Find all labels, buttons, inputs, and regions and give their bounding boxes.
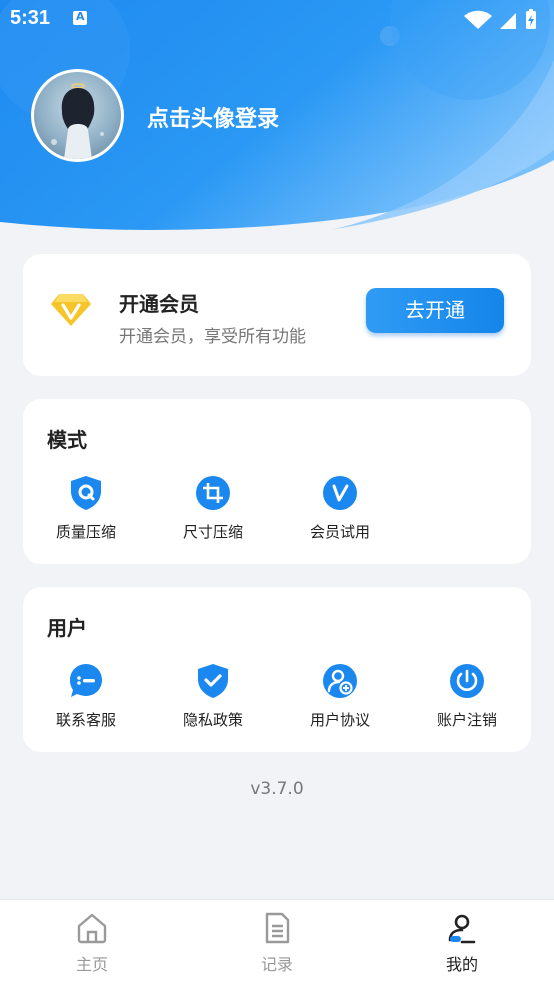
wifi-icon [464, 10, 492, 29]
login-prompt[interactable]: 点击头像登录 [147, 101, 279, 133]
battery-icon [526, 9, 536, 29]
user-item-label: 隐私政策 [182, 711, 243, 729]
vip-card: 开通会员 开通会员，享受所有功能 去开通 [23, 254, 531, 376]
bottom-tab-bar: 主页 记录 我的 [0, 899, 554, 984]
signal-icon [500, 13, 516, 29]
user-section-title: 用户 [47, 616, 87, 640]
user-section: 用户 联系客服 隐私政策 用户协议 账户注销 [23, 587, 531, 752]
tab-records[interactable]: 记录 [185, 900, 369, 984]
vip-subtitle: 开通会员，享受所有功能 [119, 327, 306, 347]
user-item-contact-support[interactable]: 联系客服 [31, 663, 141, 743]
crop-icon [196, 476, 230, 510]
document-icon [265, 912, 290, 944]
user-grid: 联系客服 隐私政策 用户协议 账户注销 [23, 663, 531, 743]
vip-diamond-icon [51, 294, 91, 326]
tab-label: 我的 [445, 955, 478, 974]
user-item-label: 用户协议 [309, 711, 370, 729]
mode-item-label: 会员试用 [309, 523, 370, 541]
profile-icon [448, 914, 476, 944]
status-bar: 5:31 A [0, 0, 554, 38]
user-item-privacy-policy[interactable]: 隐私政策 [158, 663, 268, 743]
home-icon [77, 913, 107, 944]
user-item-user-agreement[interactable]: 用户协议 [285, 663, 395, 743]
mode-item-label: 质量压缩 [55, 523, 116, 541]
mode-item-quality-compress[interactable]: 质量压缩 [31, 475, 141, 555]
app-version: v3.7.0 [250, 779, 304, 799]
user-item-label: 账户注销 [436, 711, 497, 729]
avatar-illustration [51, 83, 104, 159]
tab-label: 记录 [260, 955, 293, 974]
open-vip-button[interactable]: 去开通 [366, 288, 504, 333]
tab-label: 主页 [75, 955, 108, 974]
notification-a-icon: A [73, 10, 87, 25]
chat-icon [70, 664, 102, 697]
user-item-delete-account[interactable]: 账户注销 [412, 663, 522, 743]
avatar[interactable] [31, 69, 124, 162]
vip-title: 开通会员 [119, 292, 199, 316]
vip-v-icon [323, 476, 357, 510]
mode-grid: 质量压缩 尺寸压缩 会员试用 [23, 475, 531, 555]
mode-item-vip-trial[interactable]: 会员试用 [285, 475, 395, 555]
user-item-label: 联系客服 [55, 711, 116, 729]
tab-home[interactable]: 主页 [0, 900, 184, 984]
power-icon [450, 664, 484, 698]
mode-section-title: 模式 [47, 428, 87, 452]
status-time: 5:31 [10, 7, 51, 29]
system-indicators [464, 9, 536, 29]
shield-q-icon [71, 476, 101, 510]
tab-mine[interactable]: 我的 [370, 900, 554, 984]
user-agreement-icon [323, 664, 357, 698]
mode-section: 模式 质量压缩 尺寸压缩 会员试用 [23, 399, 531, 564]
mode-item-label: 尺寸压缩 [182, 523, 243, 541]
shield-check-icon [198, 664, 228, 698]
mode-item-size-compress[interactable]: 尺寸压缩 [158, 475, 268, 555]
